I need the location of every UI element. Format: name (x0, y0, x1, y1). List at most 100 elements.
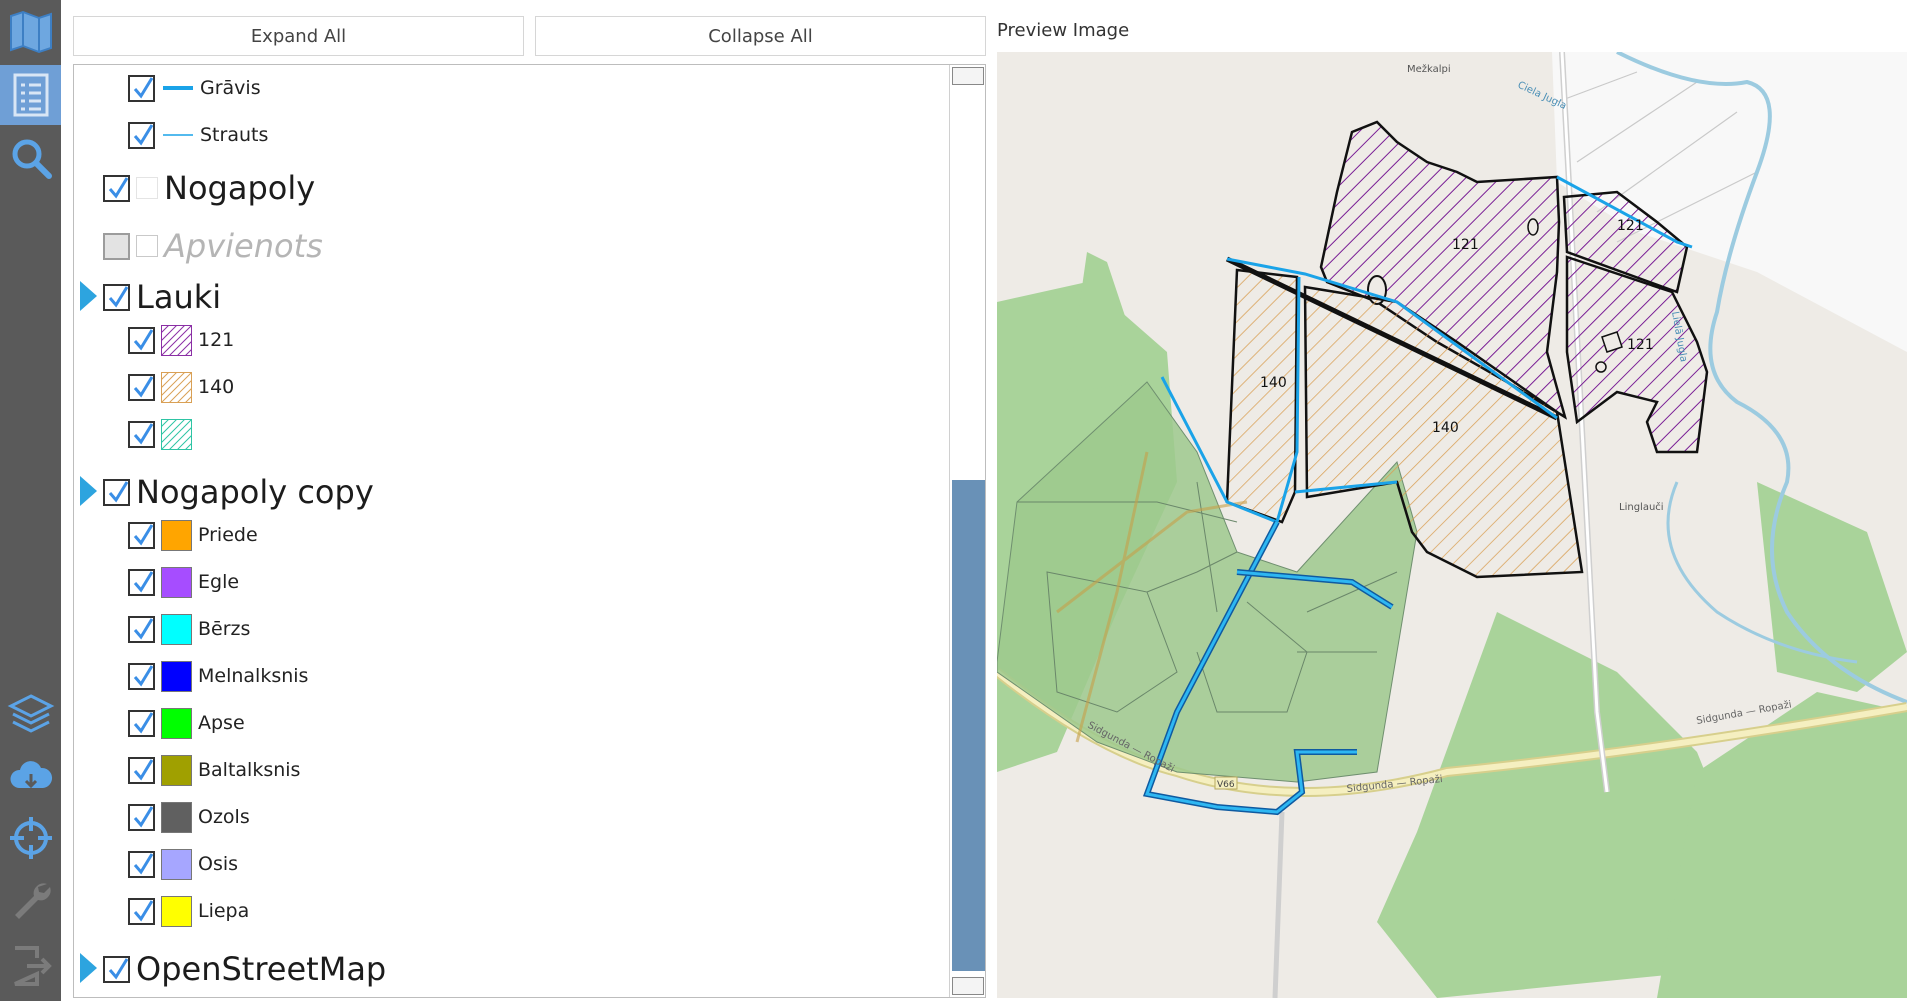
hatch-swatch-121 (161, 324, 192, 356)
layer-checkbox[interactable] (128, 568, 155, 596)
parcel-hole (1527, 218, 1539, 236)
road (1272, 811, 1285, 998)
parcel-label: 121 (1627, 337, 1654, 353)
expand-arrow-icon[interactable] (80, 953, 97, 983)
map-icon (9, 10, 52, 54)
color-swatch (161, 613, 192, 645)
collapse-all-button[interactable]: Collapse All (535, 16, 986, 56)
color-swatch (161, 895, 192, 927)
layer-checkbox[interactable] (128, 897, 155, 925)
layer-checkbox[interactable] (128, 756, 155, 784)
layer-item-osis: Osis (128, 844, 238, 884)
layer-item-strauts: Strauts (128, 115, 268, 155)
layer-checkbox[interactable] (103, 955, 130, 983)
layer-checkbox[interactable] (128, 420, 155, 448)
scrollbar-thumb[interactable] (952, 480, 985, 971)
layer-label: Apse (198, 712, 245, 734)
map-label: Linglauči (1619, 501, 1664, 513)
layer-label: Egle (198, 571, 240, 593)
search-button[interactable] (0, 128, 61, 188)
layer-label: Bērzs (198, 618, 251, 640)
parcel-hole (1595, 361, 1607, 373)
layer-item-lauki-other (128, 414, 198, 454)
layer-label: Nogapoly (164, 169, 316, 207)
parcel-label: 140 (1260, 375, 1287, 391)
map-canvas: Mežkalpi Linglauči Ciela Jugla Lielā Jug… (997, 52, 1907, 998)
preview-map[interactable]: Mežkalpi Linglauči Ciela Jugla Lielā Jug… (997, 52, 1907, 998)
layer-item-nogapoly-copy: Nogapoly copy (103, 467, 374, 517)
locate-button[interactable] (0, 808, 61, 868)
layer-checkbox[interactable] (128, 121, 155, 149)
layer-tree-scrollbar[interactable] (949, 65, 985, 997)
parcel-label: 140 (1432, 420, 1459, 436)
layer-checkbox[interactable] (103, 478, 130, 506)
color-swatch (161, 801, 192, 833)
map-button[interactable] (0, 2, 61, 62)
layer-item-ozols: Ozols (128, 797, 250, 837)
layer-item-apse: Apse (128, 703, 245, 743)
layer-label: OpenStreetMap (136, 950, 387, 988)
color-swatch (161, 519, 192, 551)
layer-label: Melnalksnis (198, 665, 309, 687)
layer-label: Apvienots (164, 227, 323, 265)
color-swatch (161, 707, 192, 739)
layer-checkbox[interactable] (128, 850, 155, 878)
layer-panel-buttons: Expand All Collapse All (73, 16, 986, 56)
layer-tree-panel: Grāvis Strauts Nogapoly Apvienots Lauki (73, 64, 986, 998)
wrench-icon (14, 883, 51, 919)
layer-label: 140 (198, 376, 235, 398)
parcel-label: 121 (1617, 218, 1644, 234)
layer-checkbox[interactable] (103, 232, 130, 260)
layers-button[interactable] (0, 684, 61, 744)
map-label: Mežkalpi (1407, 63, 1451, 75)
color-swatch (161, 566, 192, 598)
layer-item-apvienots: Apvienots (103, 221, 323, 271)
layer-item-melnalksnis: Melnalksnis (128, 656, 308, 696)
layer-checkbox[interactable] (103, 174, 130, 202)
layer-checkbox[interactable] (128, 74, 155, 102)
document-list-icon (13, 73, 48, 117)
exit-button[interactable] (0, 936, 61, 996)
layer-label: Baltalksnis (198, 759, 301, 781)
layer-item-baltalksnis: Baltalksnis (128, 750, 300, 790)
hatch-swatch-other (161, 418, 192, 450)
expand-arrow-icon[interactable] (80, 476, 97, 506)
color-swatch (161, 848, 192, 880)
parcel-label: 121 (1452, 237, 1479, 253)
settings-button[interactable] (0, 870, 61, 930)
layer-list-button[interactable] (0, 65, 61, 125)
search-icon (12, 139, 52, 179)
layer-checkbox[interactable] (128, 803, 155, 831)
layer-label: Liepa (198, 900, 250, 922)
scroll-down-button[interactable] (952, 977, 984, 995)
cloud-button[interactable] (0, 746, 61, 806)
layer-checkbox[interactable] (103, 283, 130, 311)
color-swatch (161, 660, 192, 692)
scroll-up-button[interactable] (952, 67, 984, 85)
layer-checkbox[interactable] (128, 326, 155, 354)
preview-title: Preview Image (997, 20, 1130, 41)
layer-checkbox[interactable] (128, 662, 155, 690)
expand-arrow-icon[interactable] (80, 281, 97, 311)
layer-item-lauki-140: 140 (128, 367, 234, 407)
layer-label: Strauts (200, 124, 269, 146)
line-symbol-icon (163, 86, 193, 90)
forest-area (1067, 252, 1147, 392)
layer-label: Lauki (136, 278, 222, 316)
layer-checkbox[interactable] (128, 521, 155, 549)
layer-label: 121 (198, 329, 235, 351)
layer-checkbox[interactable] (128, 373, 155, 401)
layer-checkbox[interactable] (128, 615, 155, 643)
cloud-icon (9, 761, 52, 789)
main-toolbar (0, 0, 61, 1001)
layer-checkbox[interactable] (128, 709, 155, 737)
map-label: V66 (1217, 780, 1235, 790)
layer-item-gravis: Grāvis (128, 68, 261, 108)
layer-item-lauki: Lauki (103, 272, 221, 322)
expand-all-button[interactable]: Expand All (73, 16, 524, 56)
exit-icon (13, 946, 52, 986)
empty-symbol-icon (136, 235, 158, 257)
map-label: Sidgunda — Ropaži (1346, 773, 1443, 795)
line-symbol-icon (163, 134, 193, 136)
layer-label: Osis (198, 853, 239, 875)
